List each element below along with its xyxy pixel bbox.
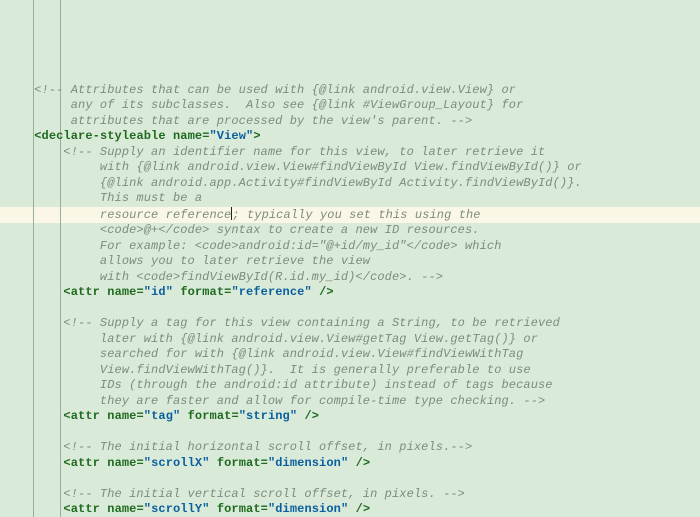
code-line: allows you to later retrieve the view: [5, 254, 700, 270]
code-line: [5, 301, 700, 317]
code-line: searched for with {@link android.view.Vi…: [5, 347, 700, 363]
code-line: any of its subclasses. Also see {@link #…: [5, 98, 700, 114]
code-line: they are faster and allow for compile-ti…: [5, 394, 700, 410]
code-line: For example: <code>android:id="@+id/my_i…: [5, 239, 700, 255]
code-line: <!-- The initial vertical scroll offset,…: [5, 487, 700, 503]
code-line: attributes that are processed by the vie…: [5, 114, 700, 130]
code-line: <attr name="tag" format="string" />: [5, 409, 700, 425]
code-editor: <!-- Attributes that can be used with {@…: [0, 0, 700, 517]
code-line: <attr name="scrollY" format="dimension" …: [5, 502, 700, 517]
code-line: IDs (through the android:id attribute) i…: [5, 378, 700, 394]
code-line: {@link android.app.Activity#findViewById…: [5, 176, 700, 192]
code-line: <code>@+</code> syntax to create a new I…: [5, 223, 700, 239]
code-line: resource reference; typically you set th…: [5, 207, 700, 224]
code-line: with <code>findViewById(R.id.my_id)</cod…: [5, 270, 700, 286]
code-lines: <!-- Attributes that can be used with {@…: [5, 83, 700, 517]
code-line: <!-- Supply an identifier name for this …: [5, 145, 700, 161]
code-line: <attr name="scrollX" format="dimension" …: [5, 456, 700, 472]
code-line: View.findViewWithTag()}. It is generally…: [5, 363, 700, 379]
code-line: <declare-styleable name="View">: [5, 129, 700, 145]
code-line: <!-- Attributes that can be used with {@…: [5, 83, 700, 99]
code-line: <attr name="id" format="reference" />: [5, 285, 700, 301]
code-line: <!-- Supply a tag for this view containi…: [5, 316, 700, 332]
code-line: <!-- The initial horizontal scroll offse…: [5, 440, 700, 456]
code-line: [5, 471, 700, 487]
code-line: with {@link android.view.View#findViewBy…: [5, 160, 700, 176]
code-line: This must be a: [5, 191, 700, 207]
code-line: later with {@link android.view.View#getT…: [5, 332, 700, 348]
code-line: [5, 425, 700, 441]
